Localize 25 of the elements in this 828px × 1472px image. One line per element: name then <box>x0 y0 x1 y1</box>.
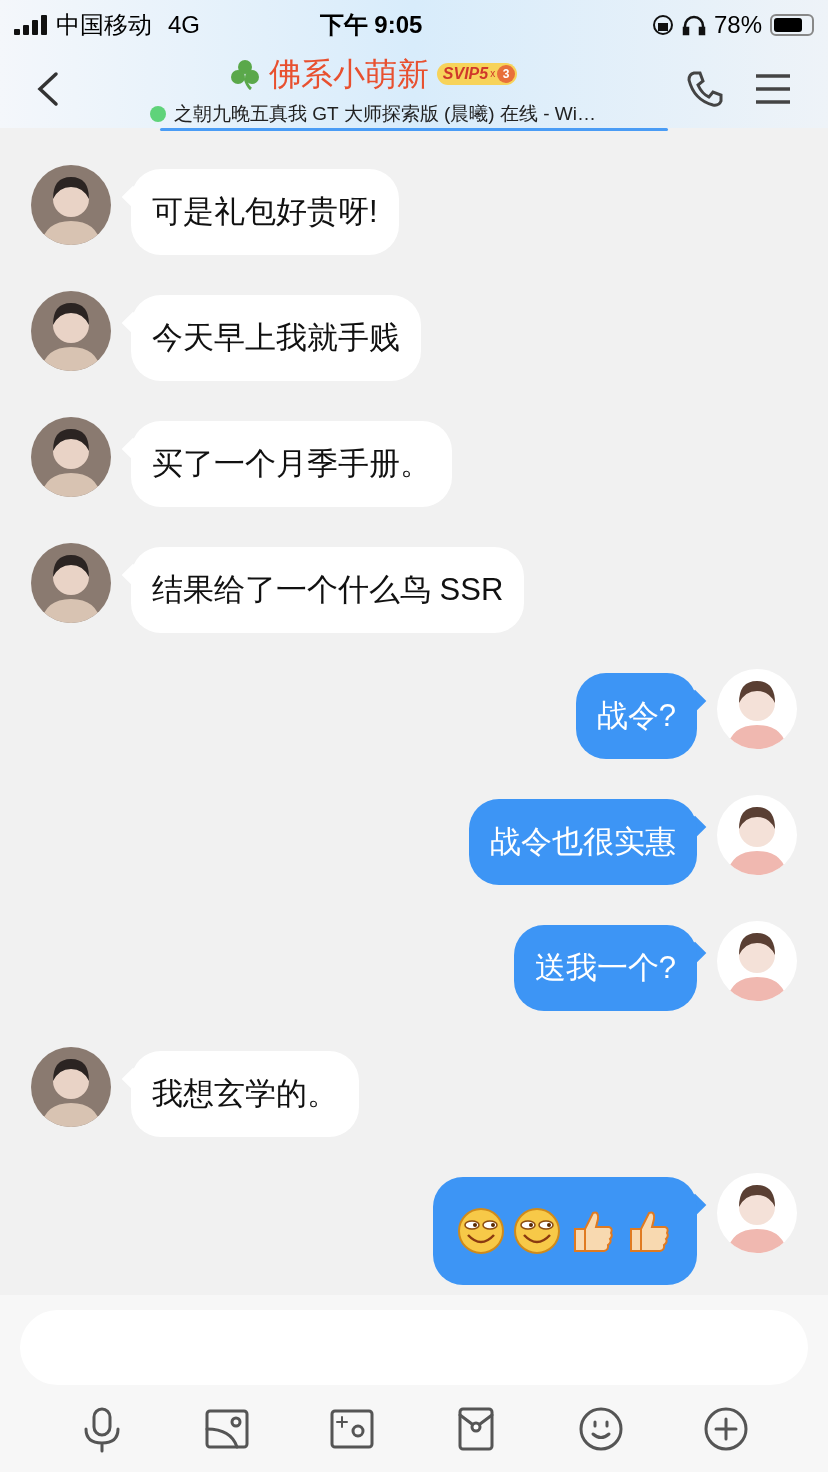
clover-icon <box>228 57 261 90</box>
menu-icon[interactable] <box>754 73 792 105</box>
message-bubble: 我想玄学的。 <box>131 1051 359 1137</box>
vip-badge: SVIP5x 3 <box>436 62 518 85</box>
message-bubble: 送我一个? <box>513 925 697 1011</box>
message-bubble: 今天早上我就手贱 <box>131 295 421 381</box>
headphones-icon <box>681 14 706 36</box>
rotation-lock-icon <box>651 14 674 36</box>
grinning-face-icon <box>513 1207 561 1255</box>
message-bubble: 战令? <box>575 673 697 759</box>
network-type: 4G <box>168 10 200 40</box>
message-bubble: 结果给了一个什么鸟 SSR <box>131 547 525 633</box>
clock: 下午 9:05 <box>318 10 424 40</box>
message-bubble: 买了一个月季手册。 <box>131 421 452 507</box>
carrier-name: 中国移动 <box>56 10 152 40</box>
battery-percentage: 78% <box>713 10 762 40</box>
message-bubble: 战令也很实惠 <box>469 799 697 885</box>
back-icon[interactable] <box>36 71 60 107</box>
online-status: 之朝九晚五真我 GT 大师探索版 (晨曦) 在线 - Wi… <box>174 101 596 126</box>
contact-name: 佛系小萌新 <box>268 54 429 94</box>
signal-icon <box>14 15 48 35</box>
grinning-face-icon <box>457 1207 505 1255</box>
phone-icon[interactable] <box>686 70 724 108</box>
battery-icon <box>770 14 814 36</box>
message-bubble: 可是礼包好贵呀! <box>131 169 399 255</box>
